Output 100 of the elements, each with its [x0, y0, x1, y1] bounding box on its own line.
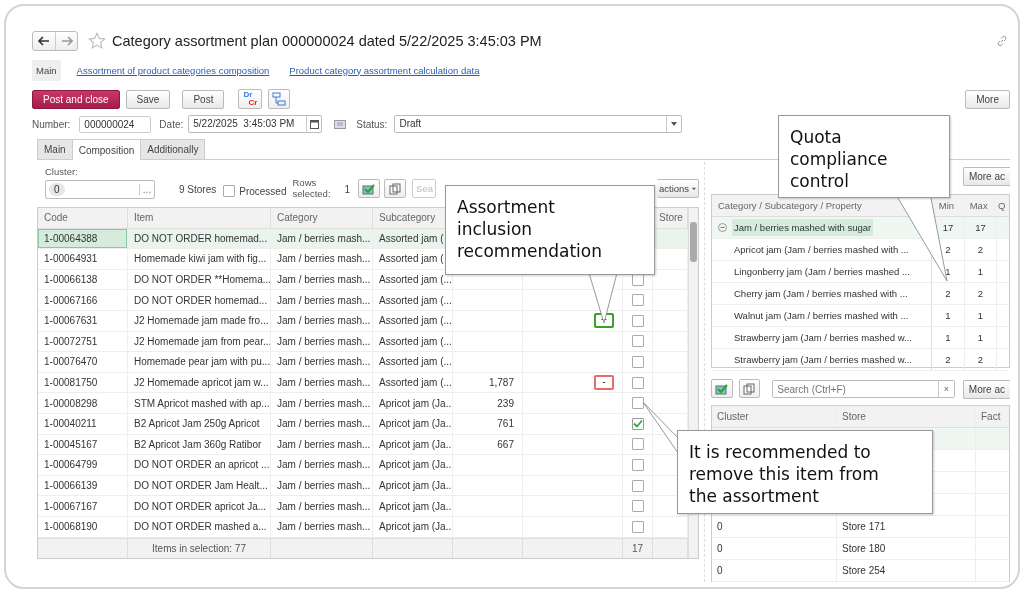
- row-checkbox[interactable]: [631, 417, 644, 430]
- table-cell: 1,787: [453, 372, 523, 394]
- table-cell: Assorted jam (...: [373, 352, 453, 373]
- section-link[interactable]: Product category assortment calculation data: [285, 59, 484, 81]
- column-header[interactable]: Code: [38, 208, 128, 229]
- tab[interactable]: Composition: [71, 139, 142, 160]
- group-label[interactable]: Jam / berries mashed with sugar: [732, 219, 874, 236]
- check-all-button[interactable]: [711, 379, 733, 398]
- table-cell[interactable]: 1-00066138: [38, 269, 128, 291]
- column-header[interactable]: Category: [271, 208, 373, 229]
- column-header[interactable]: Cluster: [712, 406, 837, 427]
- table-cell[interactable]: 1-00076470: [38, 352, 128, 373]
- recommendation-badge[interactable]: -: [594, 375, 614, 391]
- row-checkbox[interactable]: [631, 335, 644, 348]
- table-cell: Strawberry jam (Jam / berries mashed w...: [712, 327, 932, 348]
- column-header[interactable]: Store: [653, 208, 688, 229]
- scrollbar-thumb[interactable]: [690, 222, 697, 262]
- table-cell: DO NOT ORDER mashed a...: [128, 516, 271, 538]
- copy-icon: [389, 182, 402, 195]
- collapse-icon[interactable]: [718, 223, 727, 232]
- table-cell[interactable]: 1-00067631: [38, 310, 128, 332]
- copy-button[interactable]: [384, 179, 407, 198]
- link-icon[interactable]: [996, 35, 1008, 47]
- table-cell[interactable]: 1-00067167: [38, 496, 128, 517]
- window-title: Category assortment plan 000000024 dated 5/22/2025 3:45:03 PM: [112, 33, 542, 49]
- row-checkbox[interactable]: [631, 397, 644, 410]
- table-cell: Jam / berries mash...: [271, 310, 373, 332]
- calendar-icon[interactable]: [309, 119, 319, 129]
- table-cell[interactable]: 1-00064799: [38, 455, 128, 476]
- table-cell: Store 171: [837, 516, 976, 537]
- date-label: Date:: [159, 118, 184, 130]
- row-checkbox[interactable]: [631, 438, 644, 451]
- star-icon[interactable]: [88, 32, 106, 50]
- table-cell: B2 Apricot Jam 250g Apricot: [128, 413, 271, 435]
- column-header[interactable]: Q: [995, 195, 1009, 216]
- row-checkbox[interactable]: [631, 314, 644, 327]
- table-cell[interactable]: 1-00064931: [38, 249, 128, 270]
- section-link[interactable]: Assortment of product categories composition: [72, 59, 274, 81]
- date-field[interactable]: 5/22/2025 3:45:03 PM: [188, 115, 323, 133]
- toolbar-button[interactable]: Post: [182, 89, 225, 109]
- processed-checkbox[interactable]: [223, 185, 236, 197]
- table-cell[interactable]: 1-00067166: [38, 290, 128, 311]
- cluster-label: Cluster:: [45, 166, 79, 177]
- section-link[interactable]: Main: [32, 59, 61, 81]
- row-checkbox[interactable]: [631, 294, 644, 307]
- table-cell: J2 Homemade jam from pear...: [128, 331, 271, 353]
- table-cell: 1: [965, 327, 997, 348]
- column-header[interactable]: Fact: [976, 406, 1009, 427]
- table-cell: 761: [453, 413, 523, 435]
- more-button[interactable]: More: [965, 89, 1010, 109]
- table-cell: Jam / berries mash...: [271, 290, 373, 311]
- table-cell: Store 180: [837, 538, 976, 559]
- copy-button[interactable]: [738, 379, 761, 398]
- table-cell: 2: [965, 349, 997, 370]
- actions-button[interactable]: actions: [657, 179, 699, 198]
- table-cell[interactable]: 1-00066139: [38, 475, 128, 497]
- table-cell: 1: [965, 305, 997, 326]
- table-cell[interactable]: 1-00081750: [38, 372, 128, 394]
- row-checkbox[interactable]: [631, 520, 644, 533]
- table-cell: J2 Homemade apricot jam w...: [128, 372, 271, 394]
- table-cell: 0: [712, 560, 837, 581]
- table-cell: DO NOT ORDER homemad...: [128, 290, 271, 311]
- more-actions-button[interactable]: More ac: [962, 379, 1010, 399]
- table-cell[interactable]: 1-00045167: [38, 434, 128, 456]
- row-checkbox[interactable]: [631, 479, 644, 492]
- status-dropdown[interactable]: Draft: [394, 115, 683, 133]
- structure-button[interactable]: [268, 89, 291, 109]
- table-row[interactable]: 0 Store 171: [712, 516, 1009, 538]
- tab[interactable]: Additionally: [140, 139, 206, 159]
- dr-cr-button[interactable]: Dr Cr: [238, 89, 263, 109]
- column-header[interactable]: Item: [128, 208, 271, 229]
- table-cell[interactable]: 1-00040211: [38, 413, 128, 435]
- table-cell[interactable]: 1-00068190: [38, 516, 128, 538]
- column-header[interactable]: Store: [837, 406, 976, 427]
- table-cell: Homemade kiwi jam with fig...: [128, 249, 271, 270]
- table-cell: Jam / berries mash...: [271, 496, 373, 517]
- row-checkbox[interactable]: [631, 458, 644, 471]
- more-actions-button[interactable]: More ac: [962, 166, 1010, 186]
- document-icon[interactable]: [334, 119, 347, 129]
- table-row[interactable]: 0 Store 254: [712, 560, 1009, 582]
- table-row[interactable]: 0 Store 180: [712, 538, 1009, 560]
- table-cell[interactable]: 1-00072751: [38, 331, 128, 353]
- number-field[interactable]: 000000024: [79, 115, 152, 133]
- row-checkbox[interactable]: [631, 355, 644, 368]
- table-cell[interactable]: 1-00008298: [38, 393, 128, 414]
- table-cell[interactable]: 1-00064388: [38, 228, 128, 250]
- checkmark-icon: [362, 182, 377, 195]
- search-field[interactable]: Search (Ctrl+F) ×: [772, 380, 955, 398]
- row-checkbox[interactable]: [631, 376, 644, 389]
- table-cell: 667: [453, 434, 523, 456]
- row-checkbox[interactable]: [631, 500, 644, 513]
- toolbar-button[interactable]: Post and close: [32, 89, 120, 109]
- table-row[interactable]: Jam / berries mashed with sugar 17 17: [712, 217, 1009, 239]
- table-cell: Jam / berries mash...: [271, 372, 373, 394]
- table-cell: J2 Homemade jam made fro...: [128, 310, 271, 332]
- cluster-field[interactable]: 0 ...: [45, 180, 155, 199]
- tab[interactable]: Main: [37, 139, 73, 159]
- check-all-button[interactable]: [358, 179, 381, 198]
- column-header[interactable]: Max: [963, 195, 996, 216]
- toolbar-button[interactable]: Save: [125, 89, 171, 109]
